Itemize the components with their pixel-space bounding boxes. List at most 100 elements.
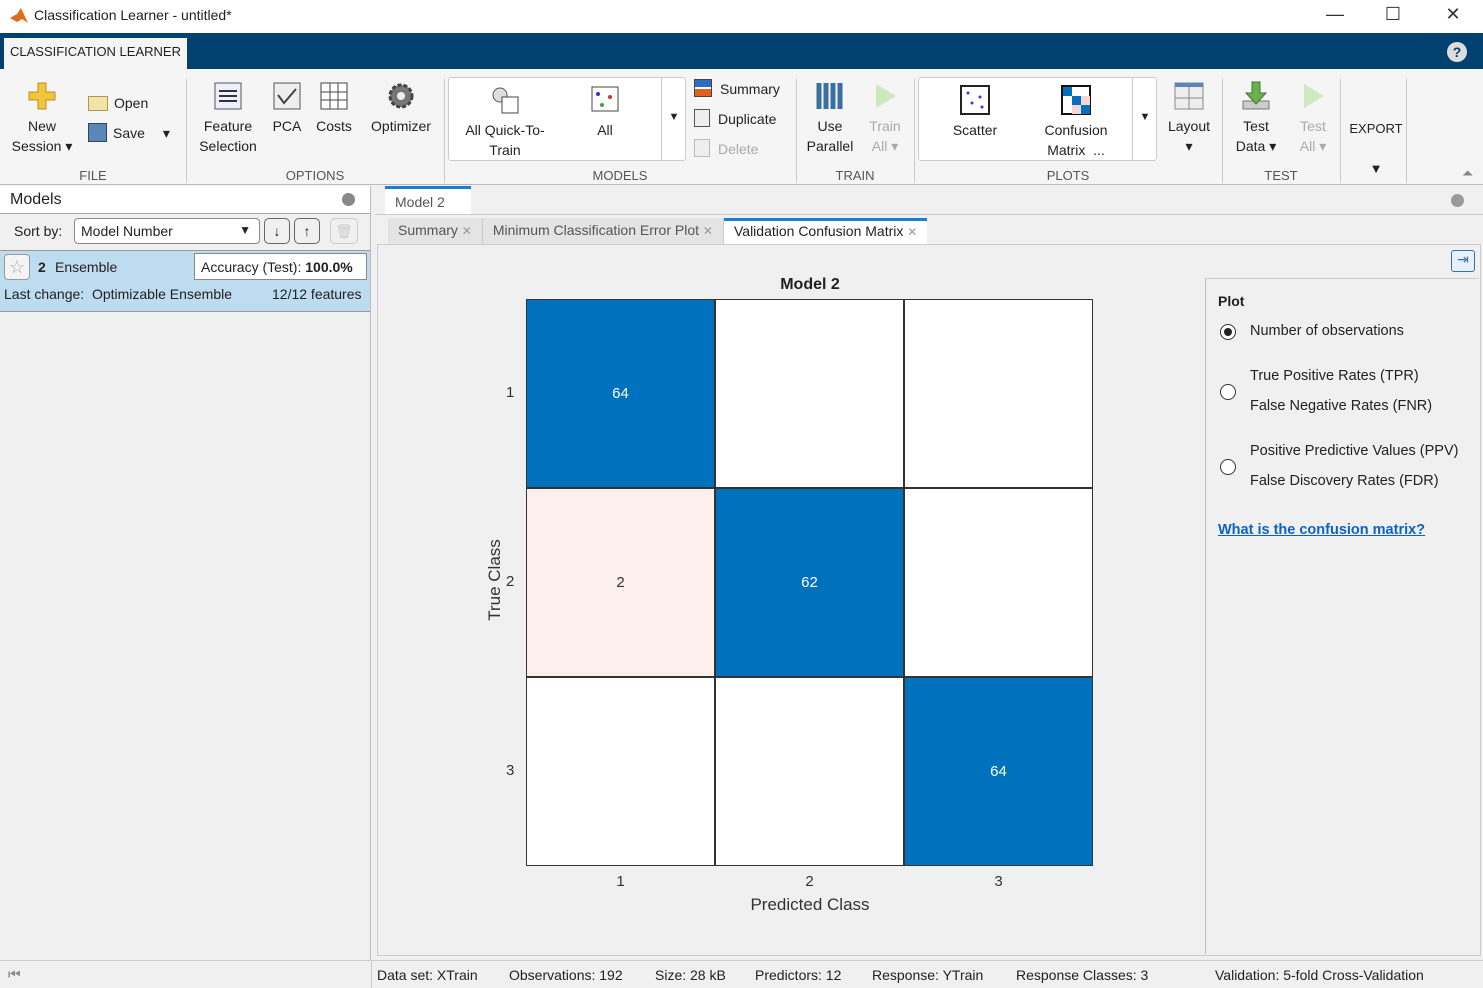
minimize-button[interactable]: —	[1320, 4, 1350, 25]
summary-button[interactable]: Summary	[694, 79, 780, 99]
gear-icon	[388, 83, 414, 109]
status-classes: Response Classes: 3	[1016, 967, 1149, 983]
import-arrow-icon	[1242, 81, 1270, 110]
plot-option-radio[interactable]	[1220, 459, 1236, 475]
open-button[interactable]: Open	[88, 93, 148, 113]
model-list-item[interactable]: ☆ 2 Ensemble Accuracy (Test): 100.0% Las…	[0, 250, 370, 312]
group-label-test: TEST	[1264, 168, 1298, 183]
collapse-left-icon[interactable]: ⏮	[8, 966, 21, 983]
matrix-cell: 64	[526, 299, 715, 488]
sort-dropdown[interactable]: Model Number ▼	[74, 218, 260, 244]
sort-descending-button[interactable]: ↓	[264, 218, 290, 244]
x-tick-label: 3	[994, 873, 1003, 890]
layout-icon	[1174, 82, 1204, 110]
tab-classification-learner[interactable]: CLASSIFICATION LEARNER	[4, 38, 187, 69]
all-quick-to-train-button[interactable]: All Quick-To- Train	[455, 85, 555, 160]
doc-tab-model-2[interactable]: Model 2	[385, 186, 471, 214]
optimizer-button[interactable]: Optimizer	[366, 81, 436, 136]
use-parallel-button[interactable]: Use Parallel	[804, 81, 856, 156]
list-icon	[214, 82, 242, 110]
model-number: 2	[38, 259, 46, 275]
plot-option-label[interactable]: True Positive Rates (TPR)	[1250, 368, 1419, 384]
close-button[interactable]: ✕	[1438, 4, 1468, 25]
pca-icon	[273, 82, 301, 110]
matrix-cell	[526, 677, 715, 866]
train-all-button[interactable]: Train All ▾	[864, 81, 906, 156]
scatter-icon	[960, 85, 990, 115]
scatter-button[interactable]: Scatter	[945, 85, 1005, 140]
x-tick-label: 1	[616, 873, 625, 890]
collapse-ribbon-icon[interactable]: ⏶	[1462, 165, 1473, 182]
delete-model-icon[interactable]: 🗑	[330, 218, 358, 244]
trash-icon	[694, 139, 710, 157]
group-label-train: TRAIN	[835, 168, 875, 183]
confusion-matrix-button[interactable]: Confusion Matrix ...	[1035, 85, 1117, 160]
plot-tab[interactable]: Validation Confusion Matrix ✕	[723, 218, 928, 244]
play-icon	[1304, 84, 1324, 108]
plot-gallery-expand-button[interactable]: ▼	[1132, 77, 1157, 161]
y-tick-label: 3	[506, 762, 515, 779]
close-tab-icon[interactable]: ✕	[907, 225, 917, 239]
y-tick-label: 1	[506, 384, 515, 401]
matrix-cell	[715, 677, 904, 866]
close-tab-icon[interactable]: ✕	[462, 224, 472, 238]
x-tick-label: 2	[805, 873, 814, 890]
floppy-icon	[88, 123, 107, 142]
status-dataset: Data set: XTrain	[377, 967, 478, 983]
status-predictors: Predictors: 12	[755, 967, 842, 983]
plot-option-radio[interactable]	[1220, 324, 1236, 340]
matlab-logo-icon	[10, 8, 28, 23]
models-title: Models	[10, 191, 62, 208]
status-response: Response: YTrain	[872, 967, 984, 983]
panel-menu-icon[interactable]	[342, 193, 355, 206]
matrix-cell: 64	[904, 677, 1093, 866]
confusion-matrix-help-link[interactable]: What is the confusion matrix?	[1218, 522, 1425, 538]
plus-icon	[28, 82, 56, 110]
feature-selection-button[interactable]: Feature Selection	[195, 81, 261, 156]
status-size: Size: 28 kB	[655, 967, 726, 983]
model-name: Ensemble	[55, 259, 118, 275]
accuracy-badge: Accuracy (Test): 100.0%	[194, 253, 367, 280]
costs-button[interactable]: Costs	[314, 81, 354, 136]
cost-matrix-icon	[320, 82, 348, 110]
plot-tab[interactable]: Summary ✕	[388, 218, 483, 244]
close-tab-icon[interactable]: ✕	[703, 224, 713, 238]
sort-label: Sort by:	[14, 223, 63, 239]
plot-option-radio[interactable]	[1220, 384, 1236, 400]
last-change: Last change: Optimizable Ensemble	[4, 286, 233, 302]
matrix-cell: 2	[526, 488, 715, 677]
export-button[interactable]: EXPORT ▼	[1346, 119, 1406, 179]
new-session-button[interactable]: New Session ▾	[8, 81, 76, 156]
ribbon-tab-bar: CLASSIFICATION LEARNER ?	[0, 33, 1483, 69]
plot-tab[interactable]: Minimum Classification Error Plot ✕	[482, 218, 724, 244]
matrix-cell	[904, 299, 1093, 488]
star-icon[interactable]: ☆	[4, 254, 30, 280]
gallery-expand-button[interactable]: ▼	[661, 77, 686, 161]
group-label-options: OPTIONS	[285, 168, 345, 183]
all-models-button[interactable]: All	[585, 85, 625, 140]
save-button[interactable]: Save ▾	[88, 123, 170, 143]
group-label-file: FILE	[79, 168, 107, 183]
group-label-plots: PLOTS	[1046, 168, 1090, 183]
delete-button[interactable]: Delete	[694, 139, 758, 159]
test-data-button[interactable]: Test Data ▾	[1230, 81, 1282, 156]
summary-icon	[694, 79, 712, 97]
plot-option-label[interactable]: Number of observations	[1250, 323, 1404, 339]
test-all-button[interactable]: Test All ▾	[1292, 81, 1334, 156]
play-icon	[876, 84, 896, 108]
pca-button[interactable]: PCA	[270, 81, 304, 136]
plot-option-label[interactable]: False Discovery Rates (FDR)	[1250, 473, 1439, 489]
sort-ascending-button[interactable]: ↑	[294, 218, 320, 244]
confusion-matrix-icon	[1061, 85, 1091, 115]
maximize-button[interactable]: ☐	[1378, 4, 1408, 25]
hide-options-icon[interactable]: ⇥	[1451, 250, 1475, 272]
layout-button[interactable]: Layout ▾	[1163, 81, 1215, 156]
duplicate-button[interactable]: Duplicate	[694, 109, 776, 129]
matrix-cell	[904, 488, 1093, 677]
title-bar: Classification Learner - untitled* — ☐ ✕	[0, 0, 1483, 33]
plot-option-label[interactable]: False Negative Rates (FNR)	[1250, 398, 1432, 414]
panel-menu-icon[interactable]	[1451, 194, 1464, 207]
folder-icon	[88, 96, 108, 111]
plot-option-label[interactable]: Positive Predictive Values (PPV)	[1250, 443, 1458, 459]
help-icon[interactable]: ?	[1447, 42, 1467, 62]
